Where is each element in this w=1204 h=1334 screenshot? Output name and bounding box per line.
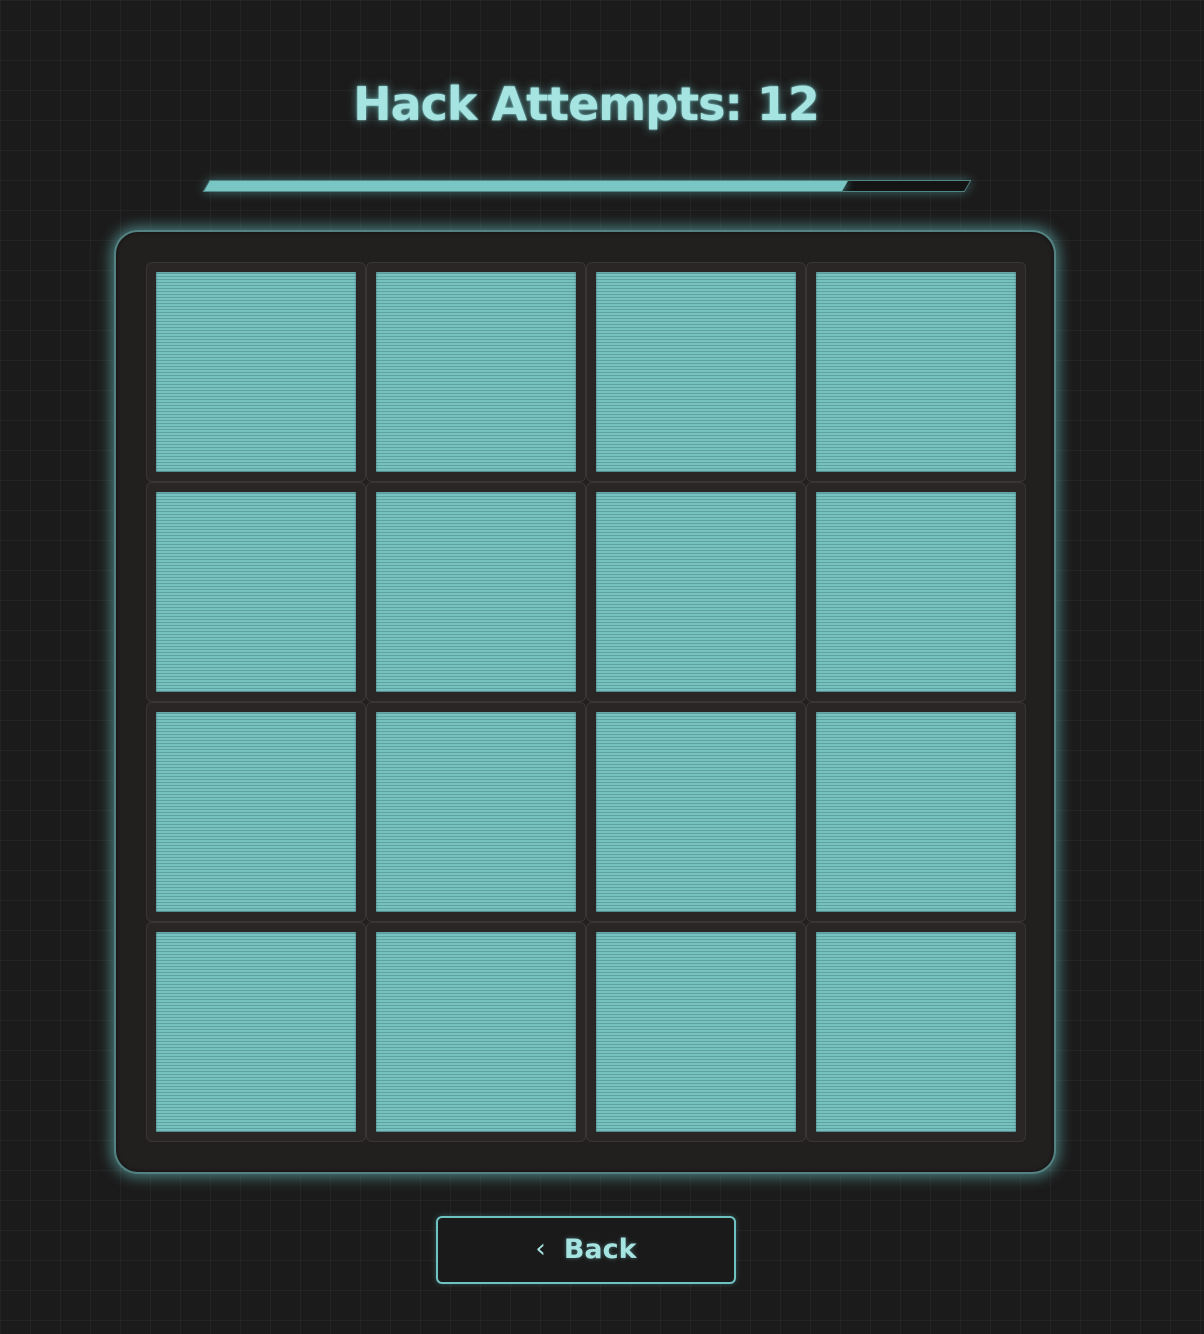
tile-face [156,712,356,912]
tile[interactable] [146,922,366,1142]
tile-face [376,932,576,1132]
tile[interactable] [366,702,586,922]
tile[interactable] [586,702,806,922]
tile[interactable] [146,262,366,482]
chevron-left-icon: ‹ [535,1234,546,1264]
progress-bar [202,180,972,192]
tile-face [816,712,1016,912]
tile-face [816,932,1016,1132]
tile-face [156,932,356,1132]
back-button[interactable]: ‹ Back [436,1216,736,1284]
tile[interactable] [806,702,1026,922]
tile[interactable] [366,922,586,1142]
tile-face [376,712,576,912]
tile[interactable] [366,482,586,702]
tile[interactable] [366,262,586,482]
tile[interactable] [146,702,366,922]
tile-face [596,492,796,692]
progress-bar-fill [204,181,849,191]
tile-grid [146,262,1026,1142]
tile[interactable] [586,262,806,482]
tile[interactable] [586,482,806,702]
tile-face [156,492,356,692]
tile-face [596,932,796,1132]
tile-face [376,492,576,692]
tile-face [376,272,576,472]
tile-face [596,272,796,472]
tile-face [156,272,356,472]
tile[interactable] [806,922,1026,1142]
tile[interactable] [806,262,1026,482]
tile[interactable] [146,482,366,702]
tile[interactable] [806,482,1026,702]
tile-face [596,712,796,912]
hack-attempts-title: Hack Attempts: 12 [353,77,820,131]
game-board [114,230,1056,1174]
tile-face [816,492,1016,692]
tile[interactable] [586,922,806,1142]
tile-face [816,272,1016,472]
back-button-label: Back [563,1234,637,1265]
